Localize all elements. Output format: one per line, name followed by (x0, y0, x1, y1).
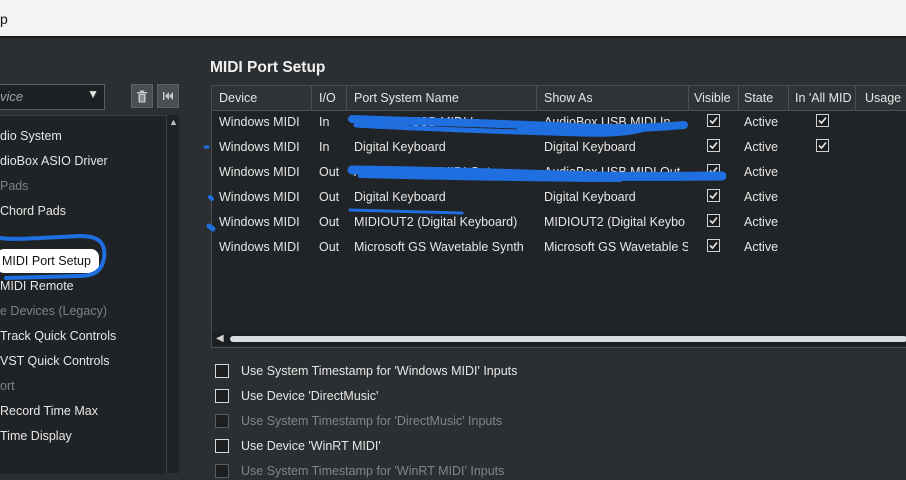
table-cell-state: Active (744, 190, 779, 204)
table-cell-port: AudioBox USB MIDI Out (354, 165, 491, 179)
in-all-midi-checkbox[interactable] (816, 139, 829, 152)
table-cell-device: Windows MIDI (219, 240, 300, 254)
table-cell-io: Out (319, 240, 340, 254)
table-cell-device: Windows MIDI (219, 140, 300, 154)
table-cell-device: Windows MIDI (219, 190, 300, 204)
column-header[interactable]: Visible (694, 91, 731, 105)
trash-icon (137, 90, 147, 103)
chevron-up-icon[interactable]: ▲ (169, 117, 178, 127)
list-item[interactable]: Time Display (0, 429, 72, 443)
table-cell-device: Windows MIDI (219, 215, 300, 229)
checkbox[interactable] (215, 389, 229, 403)
table-cell-port: Digital Keyboard (354, 190, 446, 204)
table-cell-io: Out (319, 165, 340, 179)
list-section-header: e Devices (Legacy) (0, 304, 107, 318)
midi-port-table: Device I/O Port System Name Show As Visi… (211, 85, 906, 348)
list-item-midi-port-setup[interactable]: MIDI Port Setup (0, 249, 99, 273)
table-cell-state: Active (744, 215, 779, 229)
skip-back-icon (163, 92, 173, 100)
settings-category-list: dio System dioBox ASIO Driver Pads Chord… (0, 115, 166, 474)
in-all-midi-checkbox[interactable] (816, 114, 829, 127)
column-header[interactable]: Show As (544, 91, 593, 105)
table-cell-io: Out (319, 215, 340, 229)
checkbox-label: Use Device 'WinRT MIDI' (241, 439, 381, 453)
device-combo-value: vice (0, 89, 24, 104)
page-title: MIDI Port Setup (210, 59, 326, 76)
column-divider[interactable] (311, 86, 312, 110)
table-cell-port: MIDIOUT2 (Digital Keyboard) (354, 215, 518, 229)
window-title: p (0, 11, 8, 27)
column-divider[interactable] (346, 86, 347, 110)
column-header[interactable]: Port System Name (354, 91, 459, 105)
checkbox[interactable] (215, 439, 229, 453)
column-divider[interactable] (788, 86, 789, 110)
table-cell-show: MIDIOUT2 (Digital Keybo (544, 215, 686, 229)
column-header[interactable]: Usage (865, 91, 901, 105)
table-horizontal-scrollbar[interactable]: ◀ (212, 333, 906, 345)
checkbox-label: Use System Timestamp for 'WinRT MIDI' In… (241, 464, 505, 478)
chevron-left-icon[interactable]: ◀ (216, 333, 224, 344)
table-cell-port: Microsoft GS Wavetable Synth (354, 240, 524, 254)
table-cell-show: Microsoft GS Wavetable S (544, 240, 688, 254)
visible-checkbox[interactable] (707, 239, 720, 252)
checkbox (215, 414, 229, 428)
list-item[interactable]: Record Time Max (0, 404, 98, 418)
list-item[interactable]: VST Quick Controls (0, 354, 110, 368)
checkbox (215, 464, 229, 478)
table-cell-io: In (319, 115, 330, 129)
list-item[interactable]: MIDI Remote (0, 279, 74, 293)
column-divider[interactable] (688, 86, 689, 110)
table-cell-show: Digital Keyboard (544, 140, 636, 154)
window-titlebar: p (0, 0, 906, 36)
checkbox-label: Use Device 'DirectMusic' (241, 389, 379, 403)
column-divider[interactable] (738, 86, 739, 110)
column-header[interactable]: State (744, 91, 773, 105)
table-cell-device: Windows MIDI (219, 165, 300, 179)
checkbox[interactable] (215, 364, 229, 378)
checkbox-label: Use System Timestamp for 'DirectMusic' I… (241, 414, 503, 428)
column-header[interactable]: I/O (319, 91, 336, 105)
chevron-down-icon: ▼ (87, 87, 99, 101)
table-cell-state: Active (744, 115, 779, 129)
checkbox-label: Use System Timestamp for 'Windows MIDI' … (241, 364, 518, 378)
list-item[interactable]: Chord Pads (0, 204, 66, 218)
visible-checkbox[interactable] (707, 114, 720, 127)
visible-checkbox[interactable] (707, 139, 720, 152)
table-cell-io: In (319, 140, 330, 154)
column-divider[interactable] (855, 86, 856, 110)
table-header: Device I/O Port System Name Show As Visi… (212, 86, 906, 111)
visible-checkbox[interactable] (707, 164, 720, 177)
table-cell-show: AudioBox USB MIDI Out (544, 165, 681, 179)
column-header[interactable]: In 'All MID (795, 91, 853, 105)
table-cell-device: Windows MIDI (219, 115, 300, 129)
list-scrollbar[interactable]: ▲ (166, 115, 179, 473)
list-item[interactable]: dioBox ASIO Driver (0, 154, 108, 168)
table-cell-show: AudioBox USB MIDI In (544, 115, 671, 129)
table-cell-port: Digital Keyboard (354, 140, 446, 154)
table-cell-port: AudioBox USB MIDI In (354, 115, 481, 129)
visible-checkbox[interactable] (707, 214, 720, 227)
visible-checkbox[interactable] (707, 189, 720, 202)
table-cell-state: Active (744, 240, 779, 254)
table-cell-state: Active (744, 165, 779, 179)
list-section-header: Pads (0, 179, 29, 193)
reset-button[interactable] (157, 84, 179, 108)
table-cell-show: Digital Keyboard (544, 190, 636, 204)
column-divider[interactable] (536, 86, 537, 110)
table-cell-io: Out (319, 190, 340, 204)
delete-button[interactable] (131, 84, 153, 108)
list-section-header: ort (0, 379, 15, 393)
column-header[interactable]: Device (219, 91, 257, 105)
list-item[interactable]: dio System (0, 129, 62, 143)
list-item[interactable]: Track Quick Controls (0, 329, 116, 343)
scrollbar-thumb[interactable] (230, 336, 906, 342)
table-cell-state: Active (744, 140, 779, 154)
device-combo[interactable]: vice ▼ (0, 84, 105, 110)
